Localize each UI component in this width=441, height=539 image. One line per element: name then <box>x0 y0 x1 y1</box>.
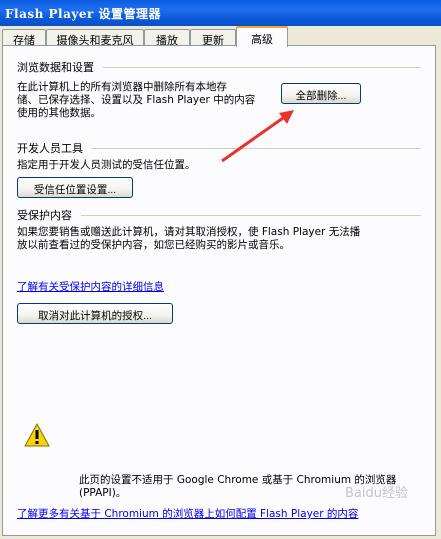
protected-desc-line-1: 如果您要销售或赠送此计算机，请对其取消授权，使 Flash Player 无法播 <box>17 226 361 238</box>
baidu-watermark: Baidu经验 <box>345 486 408 501</box>
browsing-section-title: 浏览数据和设置 <box>17 61 94 74</box>
delete-all-button[interactable]: 全部删除... <box>281 83 361 104</box>
developer-divider <box>91 148 421 149</box>
developer-section-title: 开发人员工具 <box>17 142 83 155</box>
protected-desc-line-2: 放以前查看过的受保护内容，如您已经购买的影片或音乐。 <box>17 239 290 251</box>
tab-strip: 存储 摄像头和麦克风 播放 更新 高级 <box>0 26 441 47</box>
trusted-location-settings-button[interactable]: 受信任位置设置... <box>17 177 133 198</box>
browsing-desc-line-2: 储、已保存选择、设置以及 Flash Player 中的内容 <box>17 94 256 106</box>
warning-icon <box>24 423 50 447</box>
tab-updates[interactable]: 更新 <box>190 29 236 46</box>
developer-desc: 指定用于开发人员测试的受信任位置。 <box>17 159 196 171</box>
deauthorize-computer-button[interactable]: 取消对此计算机的授权... <box>17 303 173 324</box>
window-title: Flash Player 设置管理器 <box>0 0 441 26</box>
protected-section-title: 受保护内容 <box>17 209 72 222</box>
chromium-config-link[interactable]: 了解更多有关基于 Chromium 的浏览器上如何配置 Flash Player… <box>17 506 358 521</box>
tab-playback[interactable]: 播放 <box>144 29 190 46</box>
protected-content-info-link[interactable]: 了解有关受保护内容的详细信息 <box>17 279 164 294</box>
tab-storage[interactable]: 存储 <box>2 29 46 46</box>
protected-divider <box>81 215 421 216</box>
browsing-divider <box>103 67 421 68</box>
browsing-desc-line-3: 使用的其他数据。 <box>17 107 101 119</box>
browsing-desc-line-1: 在此计算机上的所有浏览器中删除所有本地存 <box>17 81 227 93</box>
advanced-panel: 浏览数据和设置 在此计算机上的所有浏览器中删除所有本地存 储、已保存选择、设置以… <box>2 45 436 536</box>
tab-advanced[interactable]: 高级 <box>236 26 288 47</box>
tab-camera-mic[interactable]: 摄像头和麦克风 <box>46 29 144 46</box>
notice-line-2: (PPAPI)。 <box>79 487 127 499</box>
